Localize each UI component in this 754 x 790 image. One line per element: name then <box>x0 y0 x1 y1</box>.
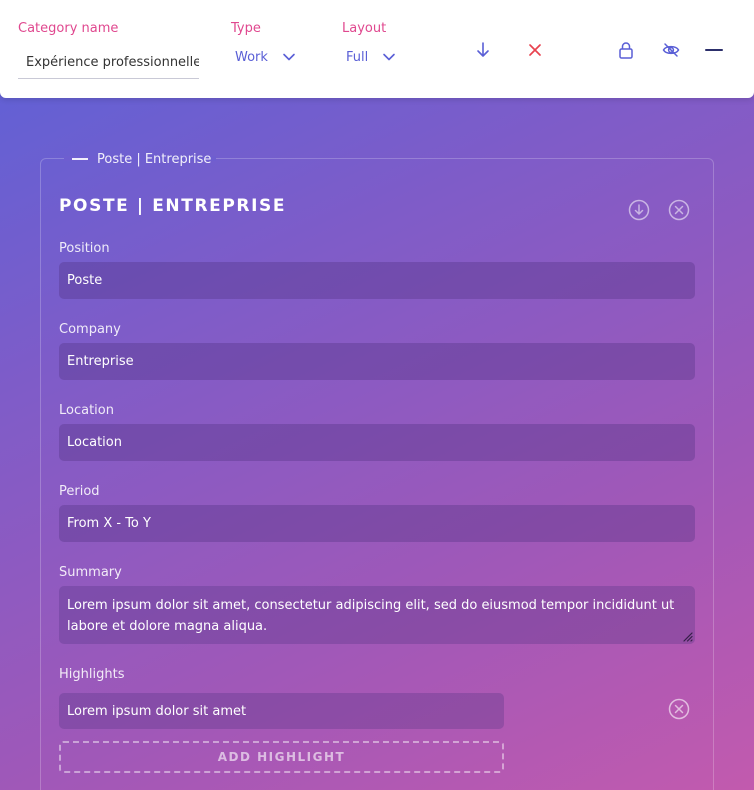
category-name-label: Category name <box>18 21 119 36</box>
layout-select[interactable]: Full <box>346 45 396 69</box>
card-legend[interactable]: Poste | Entreprise <box>62 150 221 168</box>
remove-highlight-icon[interactable] <box>668 698 690 720</box>
type-label: Type <box>231 21 261 36</box>
minus-icon <box>705 49 723 51</box>
delete-category-button[interactable] <box>523 38 547 62</box>
position-value: Poste <box>67 273 103 288</box>
period-input[interactable]: From X - To Y <box>59 505 695 542</box>
card-legend-text: Poste | Entreprise <box>97 151 212 167</box>
position-label: Position <box>59 241 110 256</box>
position-input[interactable]: Poste <box>59 262 695 299</box>
summary-label: Summary <box>59 565 122 580</box>
highlight-value: Lorem ipsum dolor sit amet <box>67 703 247 719</box>
company-value: Entreprise <box>67 354 134 369</box>
company-input[interactable]: Entreprise <box>59 343 695 380</box>
collapse-dash-icon <box>72 158 88 160</box>
hide-button[interactable] <box>659 38 683 62</box>
category-name-input[interactable]: Expérience professionnelle <box>18 47 199 79</box>
lock-button[interactable] <box>614 38 638 62</box>
lock-icon <box>619 42 633 59</box>
remove-circle-icon[interactable] <box>668 199 690 221</box>
collapse-button[interactable] <box>702 38 726 62</box>
chevron-down-icon <box>283 53 295 61</box>
company-label: Company <box>59 322 121 337</box>
add-highlight-button[interactable]: ADD HIGHLIGHT <box>59 741 504 773</box>
period-value: From X - To Y <box>67 516 151 531</box>
summary-textarea[interactable]: Lorem ipsum dolor sit amet, consectetur … <box>59 586 695 644</box>
eye-off-icon <box>662 43 680 57</box>
summary-value: Lorem ipsum dolor sit amet, consectetur … <box>67 598 675 634</box>
highlight-input[interactable]: Lorem ipsum dolor sit amet <box>59 693 504 729</box>
type-select-value: Work <box>235 49 268 65</box>
location-label: Location <box>59 403 114 418</box>
add-highlight-label: ADD HIGHLIGHT <box>217 750 346 764</box>
chevron-down-icon <box>383 53 396 61</box>
move-down-button[interactable] <box>471 38 495 62</box>
category-name-value: Expérience professionnelle <box>26 55 199 70</box>
period-label: Period <box>59 484 100 499</box>
layout-select-value: Full <box>346 49 369 65</box>
move-down-circle-icon[interactable] <box>628 199 650 221</box>
type-select[interactable]: Work <box>235 45 296 69</box>
category-toolbar: Category name Expérience professionnelle… <box>0 0 754 98</box>
card-title: POSTE | ENTREPRISE <box>59 196 287 216</box>
resize-handle-icon[interactable] <box>681 630 693 642</box>
layout-label: Layout <box>342 21 387 36</box>
location-input[interactable]: Location <box>59 424 695 461</box>
arrow-down-icon <box>477 42 489 57</box>
close-icon <box>529 44 541 56</box>
highlights-label: Highlights <box>59 667 125 682</box>
location-value: Location <box>67 435 122 450</box>
